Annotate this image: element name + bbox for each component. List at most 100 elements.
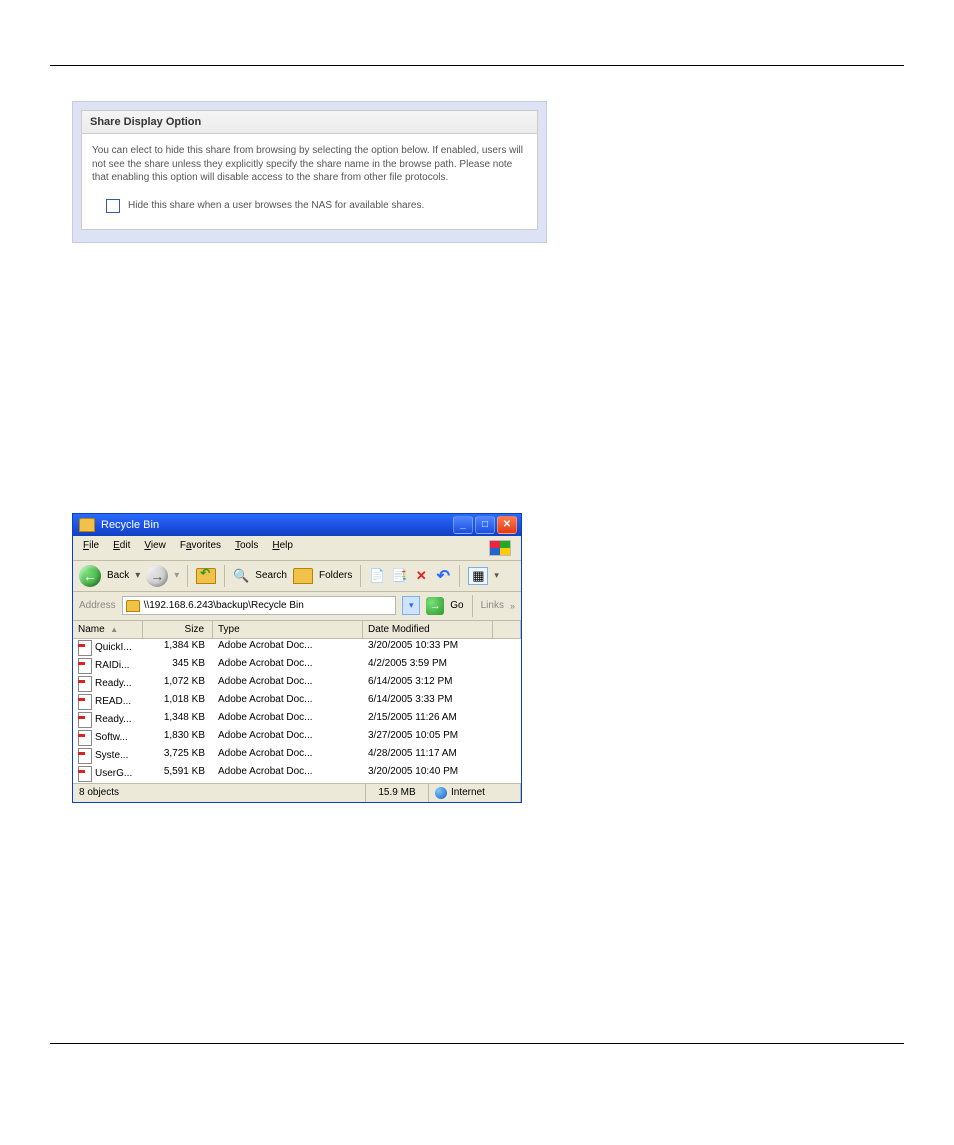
file-modified: 6/14/2005 3:33 PM [363, 694, 493, 710]
table-row[interactable]: Ready...1,072 KBAdobe Acrobat Doc...6/14… [73, 675, 521, 693]
column-headers: Name ▲ Size Type Date Modified [73, 621, 521, 639]
undo-icon[interactable]: ↶ [435, 568, 451, 584]
hide-share-row: Hide this share when a user browses the … [92, 199, 527, 213]
table-row[interactable]: Syste...3,725 KBAdobe Acrobat Doc...4/28… [73, 747, 521, 765]
back-dropdown-icon[interactable]: ▾ [135, 570, 140, 581]
file-size: 1,830 KB [143, 730, 213, 746]
file-type: Adobe Acrobat Doc... [213, 640, 363, 656]
menu-favorites[interactable]: Favorites [180, 540, 221, 556]
pdf-icon [78, 712, 92, 728]
status-objects: 8 objects [73, 784, 366, 802]
col-spacer [493, 621, 521, 638]
forward-button[interactable]: → [146, 565, 168, 587]
panel-body: You can elect to hide this share from br… [81, 134, 538, 230]
maximize-button[interactable]: □ [475, 516, 495, 534]
separator [360, 565, 361, 587]
separator [187, 565, 188, 587]
address-dropdown-icon[interactable]: ▾ [402, 596, 420, 615]
forward-dropdown-icon[interactable]: ▾ [174, 570, 179, 581]
col-modified[interactable]: Date Modified [363, 621, 493, 638]
back-label: Back [107, 570, 129, 581]
pdf-icon [78, 748, 92, 764]
hide-share-checkbox[interactable] [106, 199, 120, 213]
status-zone-label: Internet [451, 787, 485, 798]
menubar: File Edit View Favorites Tools Help [73, 536, 521, 561]
pdf-icon [78, 676, 92, 692]
menu-edit[interactable]: Edit [113, 540, 130, 556]
menu-file[interactable]: File [83, 540, 99, 556]
titlebar: Recycle Bin _ □ ✕ [73, 514, 521, 536]
file-size: 1,348 KB [143, 712, 213, 728]
share-display-option-panel: Share Display Option You can elect to hi… [72, 101, 547, 243]
file-name: Ready... [95, 714, 132, 725]
table-row[interactable]: READ... 1,018 KBAdobe Acrobat Doc...6/14/… [73, 693, 521, 711]
file-size: 1,384 KB [143, 640, 213, 656]
address-path: \\192.168.6.243\backup\Recycle Bin [144, 600, 304, 611]
pdf-icon [78, 766, 92, 782]
panel-heading: Share Display Option [81, 110, 538, 134]
file-size: 5,591 KB [143, 766, 213, 782]
separator [472, 595, 473, 617]
file-type: Adobe Acrobat Doc... [213, 712, 363, 728]
file-name: Softw... [95, 732, 128, 743]
file-type: Adobe Acrobat Doc... [213, 658, 363, 674]
file-name: Ready... [95, 678, 132, 689]
minimize-button[interactable]: _ [453, 516, 473, 534]
table-row[interactable]: Ready... 1,348 KBAdobe Acrobat Doc...2/15… [73, 711, 521, 729]
pdf-icon [78, 730, 92, 746]
search-icon[interactable]: 🔍 [233, 568, 249, 584]
file-type: Adobe Acrobat Doc... [213, 694, 363, 710]
menu-tools[interactable]: Tools [235, 540, 258, 556]
close-button[interactable]: ✕ [497, 516, 517, 534]
statusbar: 8 objects 15.9 MB Internet [73, 783, 521, 802]
go-label: Go [450, 600, 463, 611]
footer-rule [50, 1043, 904, 1044]
file-size: 1,018 KB [143, 694, 213, 710]
panel-description: You can elect to hide this share from br… [92, 144, 527, 185]
windows-flag-icon [489, 540, 511, 556]
separator [224, 565, 225, 587]
views-icon[interactable]: ▦ [468, 567, 488, 585]
links-chevron-icon[interactable]: » [510, 601, 515, 611]
status-zone: Internet [429, 784, 521, 802]
toolbar: ← Back ▾ → ▾ 🔍 Search Folders 📄 📑 ✕ ↶ ▦ … [73, 561, 521, 592]
menu-help[interactable]: Help [272, 540, 293, 556]
file-size: 345 KB [143, 658, 213, 674]
move-to-icon[interactable]: 📄 [369, 568, 385, 584]
hide-share-label: Hide this share when a user browses the … [128, 199, 424, 213]
file-size: 3,725 KB [143, 748, 213, 764]
address-label: Address [79, 600, 116, 611]
file-modified: 4/28/2005 11:17 AM [363, 748, 493, 764]
file-modified: 2/15/2005 11:26 AM [363, 712, 493, 728]
address-input[interactable]: \\192.168.6.243\backup\Recycle Bin [122, 596, 397, 615]
col-type[interactable]: Type [213, 621, 363, 638]
table-row[interactable]: UserG...5,591 KBAdobe Acrobat Doc...3/20… [73, 765, 521, 783]
file-type: Adobe Acrobat Doc... [213, 766, 363, 782]
table-row[interactable]: RAIDi...345 KBAdobe Acrobat Doc...4/2/20… [73, 657, 521, 675]
folders-icon[interactable] [293, 568, 313, 584]
file-modified: 3/20/2005 10:33 PM [363, 640, 493, 656]
copy-to-icon[interactable]: 📑 [391, 568, 407, 584]
pdf-icon [78, 694, 92, 710]
back-button[interactable]: ← [79, 565, 101, 587]
delete-icon[interactable]: ✕ [413, 568, 429, 584]
col-size[interactable]: Size [143, 621, 213, 638]
file-type: Adobe Acrobat Doc... [213, 676, 363, 692]
table-row[interactable]: Softw...1,830 KBAdobe Acrobat Doc...3/27… [73, 729, 521, 747]
menu-view[interactable]: View [144, 540, 166, 556]
file-modified: 3/27/2005 10:05 PM [363, 730, 493, 746]
file-modified: 4/2/2005 3:59 PM [363, 658, 493, 674]
views-dropdown-icon[interactable]: ▾ [494, 570, 499, 581]
go-button[interactable]: → [426, 597, 444, 615]
links-label: Links [481, 600, 504, 611]
separator [459, 565, 460, 587]
file-name: READ... [95, 696, 131, 707]
header-rule [50, 65, 904, 66]
folders-label: Folders [319, 570, 352, 581]
file-list: QuickI...1,384 KBAdobe Acrobat Doc...3/2… [73, 639, 521, 783]
up-button[interactable] [196, 568, 216, 584]
table-row[interactable]: QuickI...1,384 KBAdobe Acrobat Doc...3/2… [73, 639, 521, 657]
col-name[interactable]: Name ▲ [73, 621, 143, 638]
folder-icon [79, 518, 95, 532]
address-bar: Address \\192.168.6.243\backup\Recycle B… [73, 592, 521, 621]
